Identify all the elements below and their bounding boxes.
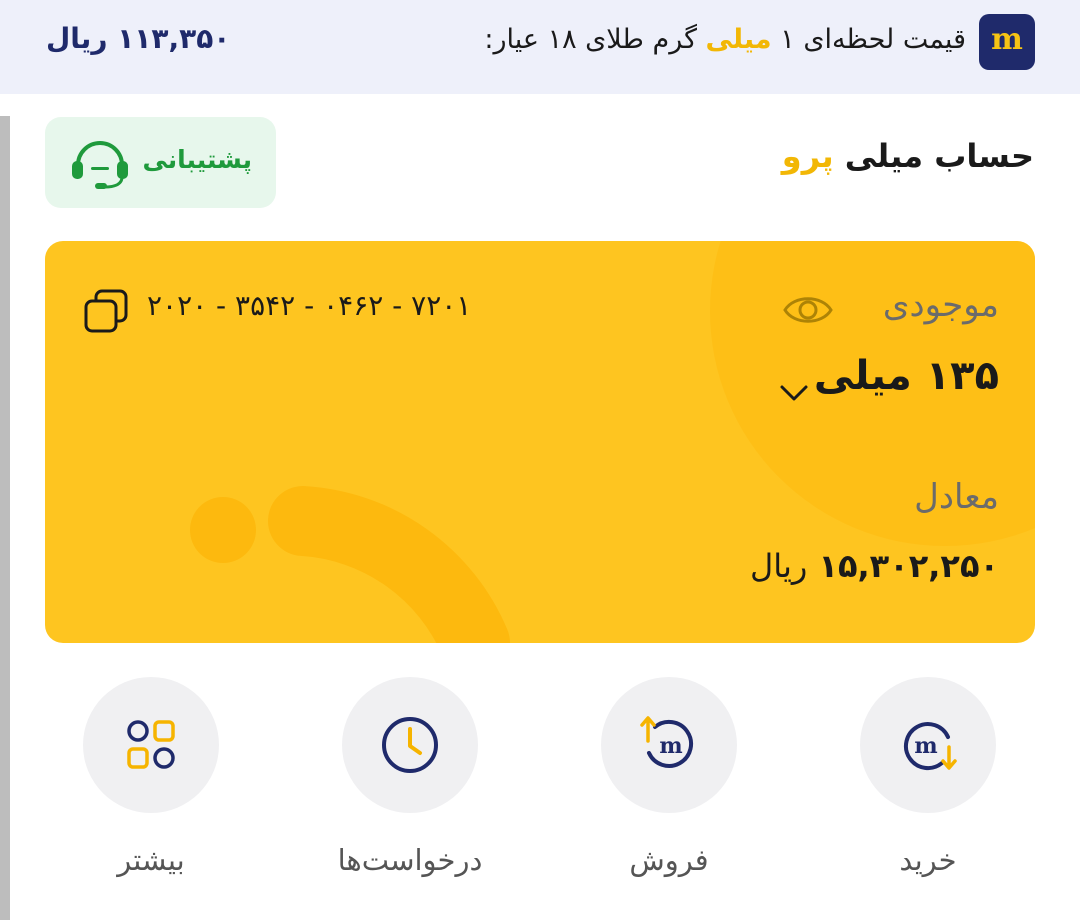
account-title-pro: پرو — [781, 137, 834, 175]
balance-label: موجودی — [882, 285, 999, 325]
account-title-main: حساب میلی — [844, 137, 1034, 175]
sell-label: فروش — [629, 843, 709, 877]
requests-action[interactable]: درخواست‌ها — [338, 677, 482, 877]
more-action[interactable]: بیشتر — [83, 677, 219, 877]
equivalent-value: ۱۵,۳۰۲,۲۵۰ ریال — [750, 547, 999, 585]
live-price-prefix: قیمت لحظه‌ای ۱ — [780, 24, 966, 55]
support-button[interactable]: پشتیبانی — [45, 117, 276, 208]
account-title: حساب میلی پرو — [782, 137, 1034, 175]
equivalent-label: معادل — [914, 477, 999, 517]
balance-card: ۲۰۲۰ - ۳۵۴۲ - ۰۴۶۲ - ۷۲۰۱ موجودی ۱۳۵ میل… — [45, 241, 1035, 643]
live-price-value: ۱۱۳,۳۵۰ ریال — [46, 22, 231, 55]
requests-label: درخواست‌ها — [337, 843, 483, 877]
more-button[interactable] — [83, 677, 219, 813]
sell-button[interactable]: m — [601, 677, 737, 813]
equivalent-amount: ۱۵,۳۰۲,۲۵۰ — [818, 547, 999, 585]
requests-button[interactable] — [342, 677, 478, 813]
sell-icon: m — [640, 716, 694, 768]
buy-icon: m — [903, 722, 957, 771]
svg-text:m: m — [914, 733, 937, 759]
buy-action[interactable]: m خرید — [860, 677, 996, 877]
equivalent-unit: ریال — [749, 547, 808, 585]
live-price-suffix: گرم طلای ۱۸ عیار: — [484, 24, 697, 55]
svg-text:m: m — [659, 733, 682, 759]
buy-label: خرید — [899, 843, 957, 877]
chevron-down-icon[interactable] — [778, 381, 810, 405]
live-price-highlight: میلی — [705, 24, 772, 55]
eye-icon[interactable] — [782, 289, 834, 331]
sell-action[interactable]: m فروش — [601, 677, 737, 877]
more-label: بیشتر — [117, 843, 185, 877]
scroll-indicator — [0, 116, 10, 920]
support-label: پشتیبانی — [142, 145, 252, 174]
card-number: ۲۰۲۰ - ۳۵۴۲ - ۰۴۶۲ - ۷۲۰۱ — [147, 289, 472, 322]
grid-icon — [127, 720, 175, 769]
live-price-bar: m قیمت لحظه‌ای ۱ میلی گرم طلای ۱۸ عیار: … — [0, 0, 1080, 94]
logo-letter: m — [991, 22, 1023, 57]
balance-value: ۱۳۵ میلی — [813, 353, 999, 399]
headset-icon — [72, 141, 128, 189]
app-logo: m — [979, 14, 1035, 70]
buy-button[interactable]: m — [860, 677, 996, 813]
clock-icon — [382, 717, 438, 773]
live-price-label: قیمت لحظه‌ای ۱ میلی گرم طلای ۱۸ عیار: — [484, 24, 966, 55]
copy-icon[interactable] — [83, 288, 131, 336]
